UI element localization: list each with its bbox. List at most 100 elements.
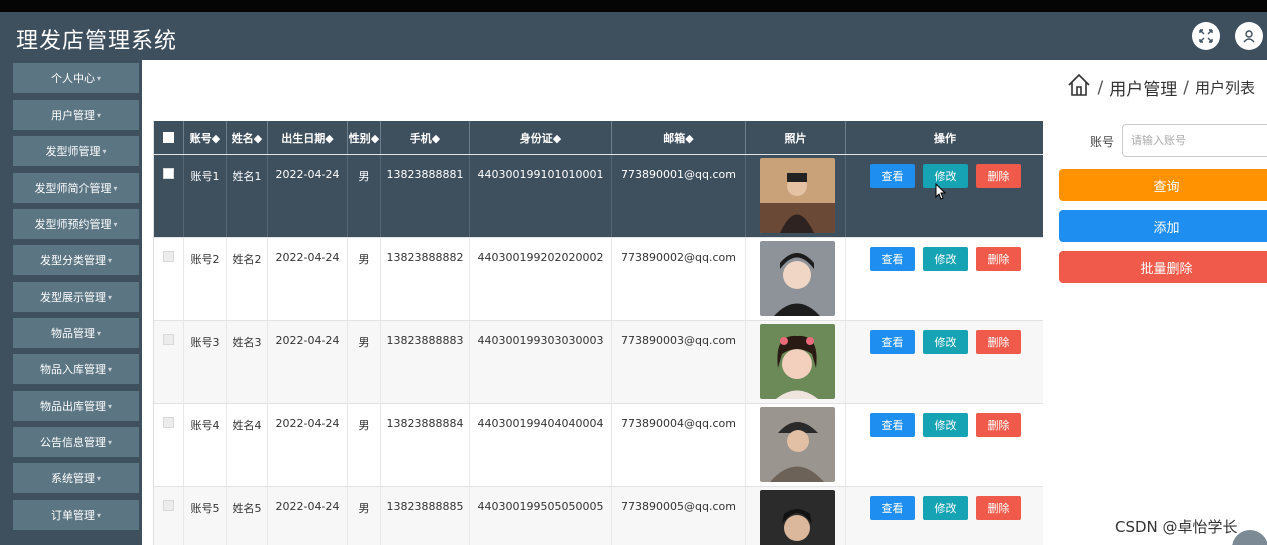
view-button[interactable]: 查看: [870, 247, 915, 271]
delete-button[interactable]: 删除: [976, 330, 1021, 354]
caret-icon: ▾: [107, 255, 112, 265]
cell-birth: 2022-04-24: [268, 487, 348, 545]
search-account-input[interactable]: [1122, 124, 1267, 157]
caret-icon: ▾: [107, 364, 112, 374]
col-birth[interactable]: 出生日期◆: [268, 121, 348, 154]
home-icon[interactable]: [1066, 72, 1092, 103]
breadcrumb-users[interactable]: 用户管理: [1109, 75, 1177, 100]
cell-gender: 男: [348, 487, 381, 545]
cell-name: 姓名4: [227, 404, 268, 486]
caret-icon: ▾: [96, 110, 101, 120]
app-header: 理发店管理系统: [0, 12, 1267, 60]
col-photo: 照片: [746, 121, 846, 154]
sidebar-item-stylist-intro[interactable]: 发型师简介管理 ▾: [13, 173, 139, 203]
view-button[interactable]: 查看: [870, 496, 915, 520]
cell-email: 773890003@qq.com: [612, 321, 746, 403]
query-button[interactable]: 查询: [1059, 169, 1267, 201]
cell-phone: 13823888883: [381, 321, 470, 403]
table-row[interactable]: 账号4 姓名4 2022-04-24 男 13823888884 4403001…: [154, 404, 1043, 487]
cell-phone: 13823888882: [381, 238, 470, 320]
view-button[interactable]: 查看: [870, 164, 915, 188]
cell-name: 姓名3: [227, 321, 268, 403]
cell-phone: 13823888884: [381, 404, 470, 486]
cell-birth: 2022-04-24: [268, 321, 348, 403]
cell-gender: 男: [348, 321, 381, 403]
sidebar-item-goods[interactable]: 物品管理 ▾: [13, 318, 139, 348]
user-photo: [760, 158, 835, 233]
table-row[interactable]: 账号3 姓名3 2022-04-24 男 13823888883 4403001…: [154, 321, 1043, 404]
col-account[interactable]: 账号◆: [184, 121, 227, 154]
row-checkbox[interactable]: [154, 155, 184, 237]
cell-idcard: 440300199505050005: [470, 487, 612, 545]
col-phone[interactable]: 手机◆: [381, 121, 470, 154]
col-gender[interactable]: 性别◆: [348, 121, 381, 154]
delete-button[interactable]: 删除: [976, 496, 1021, 520]
view-button[interactable]: 查看: [870, 413, 915, 437]
delete-button[interactable]: 删除: [976, 247, 1021, 271]
cell-phone: 13823888885: [381, 487, 470, 545]
select-all-checkbox[interactable]: [154, 121, 184, 154]
sidebar-item-system[interactable]: 系统管理 ▾: [13, 463, 139, 493]
add-button[interactable]: 添加: [1059, 210, 1267, 242]
cell-gender: 男: [348, 238, 381, 320]
edit-button[interactable]: 修改: [923, 330, 968, 354]
user-table: 账号◆ 姓名◆ 出生日期◆ 性别◆ 手机◆ 身份证◆ 邮箱◆ 照片 操作 账号1…: [153, 121, 1043, 545]
caret-icon: ▾: [96, 510, 101, 520]
user-photo: [760, 241, 835, 316]
sidebar-item-users[interactable]: 用户管理 ▾: [13, 100, 139, 130]
user-photo: [760, 324, 835, 399]
breadcrumb-user-list: 用户列表: [1194, 79, 1255, 97]
sidebar-item-profile[interactable]: 个人中心 ▾: [13, 63, 139, 93]
cell-email: 773890004@qq.com: [612, 404, 746, 486]
row-checkbox[interactable]: [154, 404, 184, 486]
app-title: 理发店管理系统: [16, 29, 178, 54]
cell-email: 773890005@qq.com: [612, 487, 746, 545]
batch-delete-button[interactable]: 批量删除: [1059, 251, 1267, 283]
sidebar-item-style-categories[interactable]: 发型分类管理 ▾: [13, 245, 139, 275]
col-name[interactable]: 姓名◆: [227, 121, 268, 154]
edit-button[interactable]: 修改: [923, 496, 968, 520]
caret-icon: ▾: [102, 146, 107, 156]
top-strip: [0, 0, 1267, 12]
sidebar-item-style-showcase[interactable]: 发型展示管理 ▾: [13, 282, 139, 312]
row-checkbox[interactable]: [154, 321, 184, 403]
cell-gender: 男: [348, 404, 381, 486]
col-email[interactable]: 邮箱◆: [612, 121, 746, 154]
user-photo: [760, 407, 835, 482]
row-checkbox[interactable]: [154, 487, 184, 545]
table-row[interactable]: 账号1 姓名1 2022-04-24 男 13823888881 4403001…: [154, 155, 1043, 238]
edit-button[interactable]: 修改: [923, 247, 968, 271]
sidebar: 个人中心 ▾ 用户管理 ▾ 发型师管理 ▾ 发型师简介管理 ▾ 发型师预约管理 ▾ 发型分…: [0, 60, 142, 545]
cell-idcard: 440300199101010001: [470, 155, 612, 237]
caret-icon: ▾: [96, 328, 101, 338]
col-ops: 操作: [934, 131, 956, 145]
sidebar-item-stylist-booking[interactable]: 发型师预约管理 ▾: [13, 209, 139, 239]
caret-icon: ▾: [107, 401, 112, 411]
breadcrumb-separator: /: [1183, 77, 1189, 98]
delete-button[interactable]: 删除: [976, 164, 1021, 188]
fullscreen-icon[interactable]: [1192, 22, 1220, 50]
delete-button[interactable]: 删除: [976, 413, 1021, 437]
cell-account: 账号5: [184, 487, 227, 545]
row-checkbox[interactable]: [154, 238, 184, 320]
sidebar-item-notices[interactable]: 公告信息管理 ▾: [13, 427, 139, 457]
table-row[interactable]: 账号5 姓名5 2022-04-24 男 13823888885 4403001…: [154, 487, 1043, 545]
col-idcard[interactable]: 身份证◆: [470, 121, 612, 154]
cell-idcard: 440300199303030003: [470, 321, 612, 403]
sidebar-item-goods-out[interactable]: 物品出库管理 ▾: [13, 391, 139, 421]
table-row[interactable]: 账号2 姓名2 2022-04-24 男 13823888882 4403001…: [154, 238, 1043, 321]
cell-account: 账号2: [184, 238, 227, 320]
sidebar-item-goods-in[interactable]: 物品入库管理 ▾: [13, 354, 139, 384]
user-icon[interactable]: [1235, 22, 1263, 50]
caret-icon: ▾: [113, 219, 118, 229]
caret-icon: ▾: [107, 437, 112, 447]
view-button[interactable]: 查看: [870, 330, 915, 354]
sidebar-item-stylists[interactable]: 发型师管理 ▾: [13, 136, 139, 166]
sidebar-item-orders[interactable]: 订单管理 ▾: [13, 500, 139, 530]
edit-button[interactable]: 修改: [923, 413, 968, 437]
search-account-label: 账号: [1090, 135, 1115, 149]
cell-name: 姓名1: [227, 155, 268, 237]
breadcrumb-separator: /: [1097, 77, 1104, 98]
cell-gender: 男: [348, 155, 381, 237]
table-header: 账号◆ 姓名◆ 出生日期◆ 性别◆ 手机◆ 身份证◆ 邮箱◆ 照片 操作: [154, 121, 1043, 155]
